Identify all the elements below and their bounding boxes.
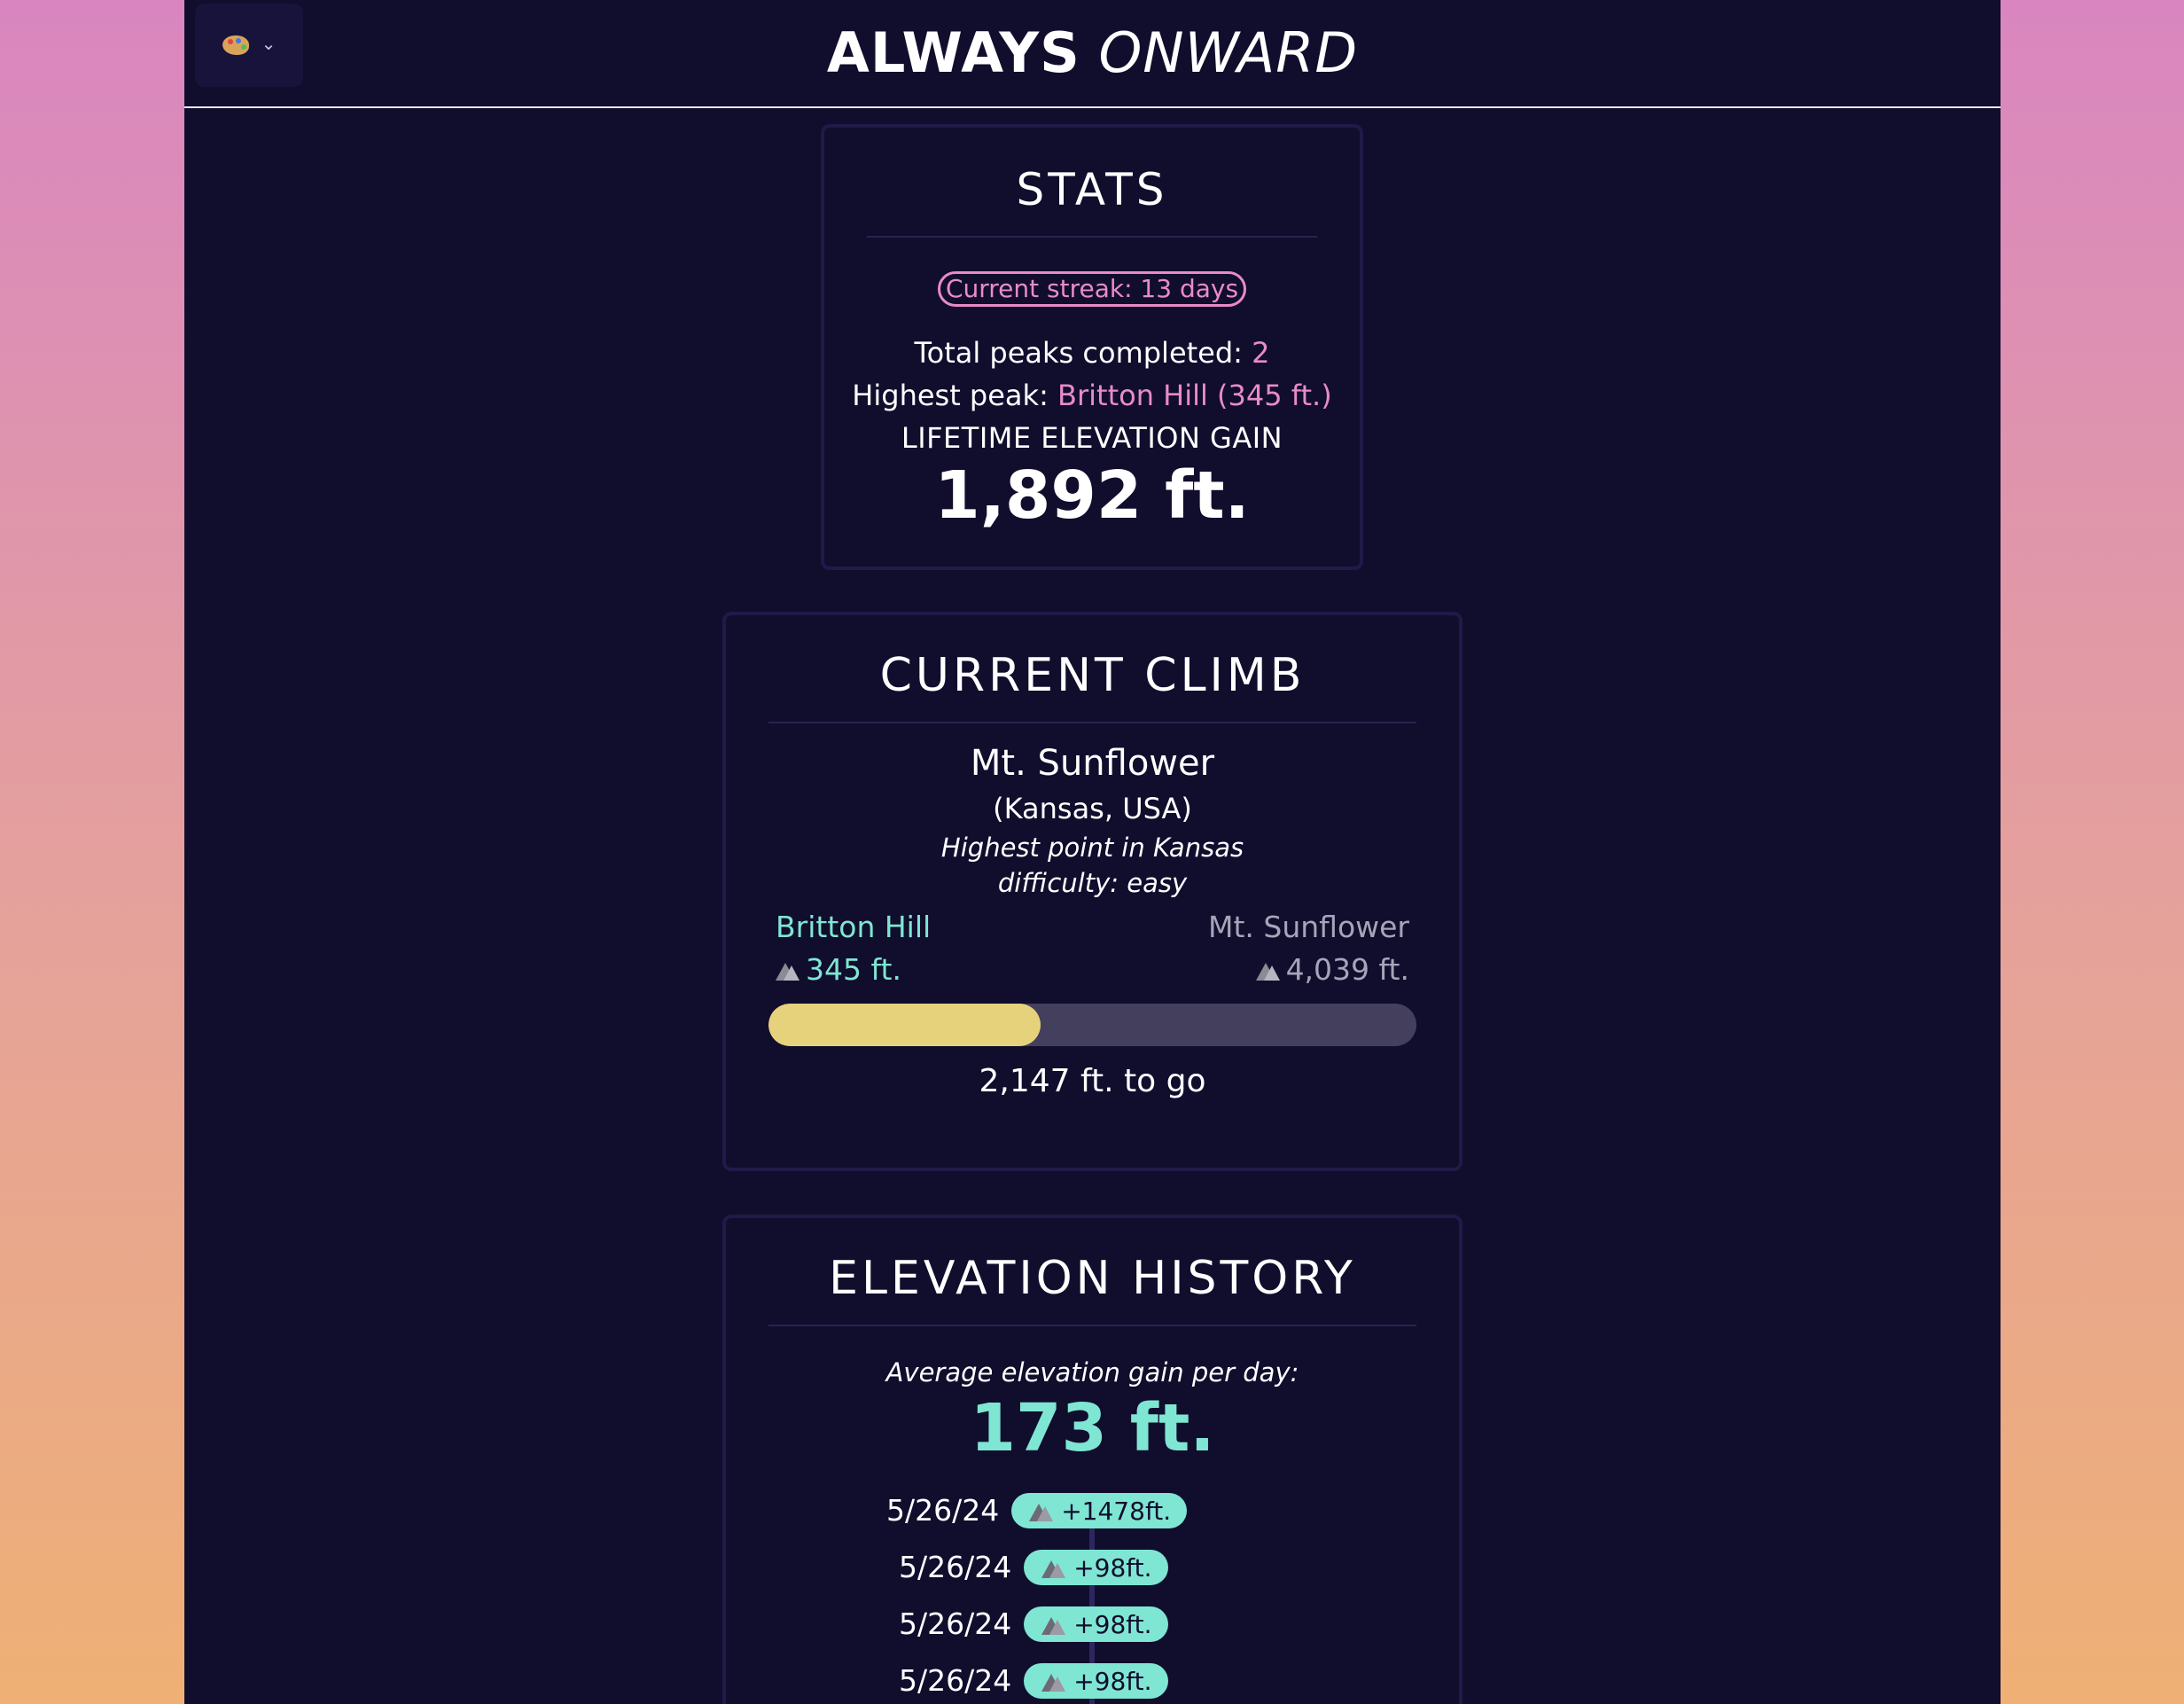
app-title-italic: ONWARD (1098, 20, 1359, 85)
stats-title: STATS (1016, 164, 1168, 215)
lifetime-gain-label: LIFETIME ELEVATION GAIN (901, 421, 1283, 455)
app-panel: ⌄ ALWAYS ONWARD STATS Current streak: 13… (184, 0, 2001, 1704)
history-entry-gain: +98ft. (1024, 1550, 1168, 1585)
target-peak: Mt. Sunflower 4,039 ft. (1208, 906, 1409, 991)
history-timeline: 5/26/24 +1478ft. 5/26/24 +98ft. 5/26/24 … (726, 1493, 1459, 1704)
history-entry-gain-value: +98ft. (1073, 1552, 1152, 1583)
total-peaks-value: 2 (1252, 336, 1270, 370)
streak-badge: Current streak: 13 days (938, 271, 1246, 307)
current-climb-title: CURRENT CLIMB (879, 649, 1306, 702)
target-peak-elevation-value: 4,039 ft. (1285, 952, 1409, 987)
divider (768, 722, 1416, 723)
history-entry-gain-value: +98ft. (1073, 1666, 1152, 1696)
mountain-icon (1029, 1500, 1054, 1521)
divider (768, 1325, 1416, 1326)
peak-location: (Kansas, USA) (993, 792, 1192, 825)
average-gain-label: Average elevation gain per day: (885, 1357, 1299, 1387)
start-peak-elevation: 345 ft. (776, 949, 931, 991)
climb-endpoints: Britton Hill 345 ft. Mt. Sunflower 4,039… (772, 906, 1413, 991)
start-peak-name: Britton Hill (776, 910, 932, 944)
history-entry-date: 5/26/24 (899, 1550, 1012, 1584)
highest-peak-line: Highest peak: Britton Hill (345 ft.) (824, 374, 1360, 417)
history-entry: 5/26/24 +98ft. (899, 1606, 1168, 1642)
peak-name: Mt. Sunflower (970, 743, 1215, 784)
history-entry-gain-value: +98ft. (1073, 1609, 1152, 1639)
elevation-history-card: ELEVATION HISTORY Average elevation gain… (722, 1215, 1462, 1704)
climb-progress-bar (768, 1004, 1416, 1046)
highest-peak-label: Highest peak: (852, 379, 1058, 412)
mountain-icon (1041, 1557, 1066, 1578)
divider (867, 236, 1317, 238)
target-peak-elevation: 4,039 ft. (1208, 949, 1409, 991)
start-peak: Britton Hill 345 ft. (776, 906, 931, 991)
history-entry-gain: +1478ft. (1011, 1493, 1188, 1528)
total-peaks-line: Total peaks completed: 2 (824, 332, 1360, 374)
stats-card: STATS Current streak: 13 days Total peak… (821, 124, 1363, 570)
history-entry-date: 5/26/24 (886, 1493, 1000, 1528)
history-entry-gain: +98ft. (1024, 1663, 1168, 1699)
target-peak-name: Mt. Sunflower (1207, 910, 1409, 944)
mountain-icon (1041, 1670, 1066, 1692)
history-entry-date: 5/26/24 (899, 1663, 1012, 1698)
highest-peak-value: Britton Hill (345 ft.) (1057, 379, 1332, 412)
history-entry: 5/26/24 +98ft. (899, 1663, 1168, 1699)
remaining-elevation: 2,147 ft. to go (979, 1063, 1206, 1099)
history-entry-date: 5/26/24 (899, 1606, 1012, 1641)
history-entry: 5/26/24 +98ft. (899, 1550, 1168, 1585)
history-entry-gain-value: +1478ft. (1061, 1496, 1172, 1526)
start-peak-elevation-value: 345 ft. (806, 952, 901, 987)
peak-note: Highest point in Kansas (940, 832, 1244, 863)
top-header: ⌄ ALWAYS ONWARD (184, 0, 2001, 108)
average-gain-value: 173 ft. (970, 1390, 1215, 1466)
climb-progress-fill (768, 1004, 1041, 1046)
mountain-icon (1041, 1614, 1066, 1635)
history-entry: 5/26/24 +1478ft. (886, 1493, 1188, 1528)
current-climb-card: CURRENT CLIMB Mt. Sunflower (Kansas, USA… (722, 612, 1462, 1171)
history-entry-gain: +98ft. (1024, 1606, 1168, 1642)
total-peaks-label: Total peaks completed: (914, 336, 1252, 370)
peak-difficulty: difficulty: easy (997, 868, 1188, 898)
mountain-icon (776, 959, 800, 981)
app-title: ALWAYS ONWARD (184, 18, 2001, 89)
app-title-bold: ALWAYS (826, 20, 1080, 85)
lifetime-gain-value: 1,892 ft. (934, 457, 1250, 534)
mountain-icon (1255, 959, 1281, 981)
elevation-history-title: ELEVATION HISTORY (829, 1252, 1356, 1305)
